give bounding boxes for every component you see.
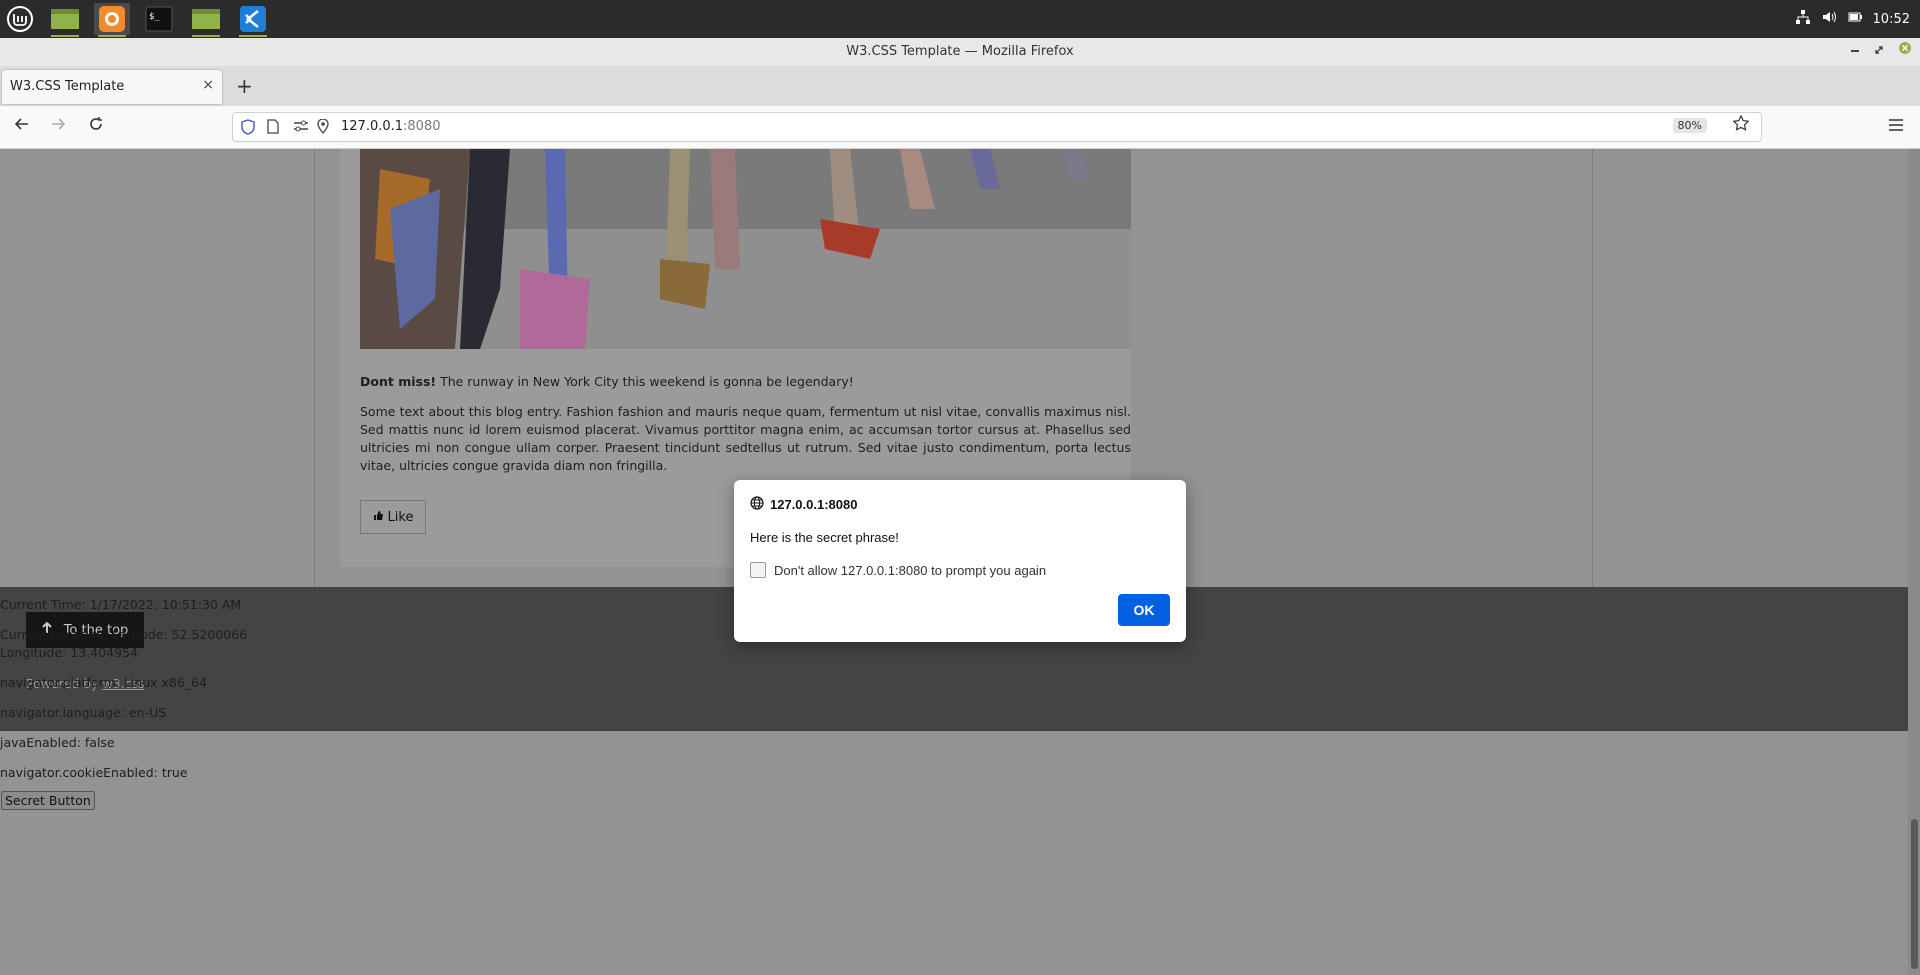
globe-icon bbox=[750, 496, 764, 513]
system-tray: 10:52 bbox=[1795, 0, 1910, 38]
ok-button[interactable]: OK bbox=[1118, 594, 1170, 626]
cookie-enabled: navigator.cookieEnabled: true bbox=[0, 765, 188, 780]
dont-allow-label[interactable]: Don't allow 127.0.0.1:8080 to prompt you… bbox=[774, 563, 1046, 578]
svg-text:$_: $_ bbox=[149, 12, 160, 22]
network-icon[interactable] bbox=[1795, 9, 1811, 29]
window-title: W3.CSS Template — Mozilla Firefox bbox=[846, 44, 1074, 59]
current-time: Current Time: 1/17/2022, 10:51:30 AM bbox=[0, 597, 242, 612]
like-label: Like bbox=[387, 509, 414, 525]
location-pin-icon[interactable] bbox=[317, 118, 329, 138]
new-tab-button[interactable]: + bbox=[236, 74, 253, 98]
navigator-language: navigator.language: en-US bbox=[0, 705, 167, 720]
taskbar: $_ 10:52 bbox=[0, 0, 1920, 38]
tab-bar: W3.CSS Template × + bbox=[0, 66, 1920, 106]
dialog-message: Here is the secret phrase! bbox=[750, 530, 899, 545]
url-text[interactable]: 127.0.0.1:8080 bbox=[341, 119, 441, 134]
like-button[interactable]: Like bbox=[360, 500, 426, 534]
page-info-icon[interactable] bbox=[267, 119, 279, 138]
shield-icon[interactable] bbox=[241, 119, 255, 139]
hamburger-menu-icon[interactable] bbox=[1888, 116, 1904, 137]
back-icon[interactable] bbox=[14, 116, 30, 137]
clock[interactable]: 10:52 bbox=[1873, 12, 1910, 27]
dont-allow-prompt-option[interactable]: Don't allow 127.0.0.1:8080 to prompt you… bbox=[750, 562, 1046, 578]
right-column-divider bbox=[1592, 149, 1593, 587]
navigation-bar: 127.0.0.1:8080 80% bbox=[0, 106, 1920, 149]
page-scrollbar[interactable] bbox=[1908, 149, 1920, 975]
desktop-folder-icon[interactable] bbox=[47, 3, 83, 37]
files-folder-icon[interactable] bbox=[188, 3, 224, 37]
secret-button[interactable]: Secret Button bbox=[1, 791, 95, 810]
longitude: Longitude: 13.404954 bbox=[0, 645, 138, 660]
minimize-icon[interactable] bbox=[1850, 38, 1860, 66]
blog-lead-bold: Dont miss! bbox=[360, 374, 437, 389]
close-window-icon[interactable] bbox=[1898, 38, 1912, 66]
java-enabled: javaEnabled: false bbox=[0, 735, 115, 750]
forward-icon bbox=[50, 116, 66, 137]
current-location: Current Location: Latitude: 52.5200066 Lo… bbox=[0, 626, 247, 662]
thumbs-up-icon bbox=[373, 510, 384, 525]
window-titlebar: W3.CSS Template — Mozilla Firefox bbox=[0, 38, 1920, 66]
volume-icon[interactable] bbox=[1821, 9, 1837, 29]
url-bar[interactable]: 127.0.0.1:8080 80% bbox=[232, 112, 1762, 142]
blog-body: Some text about this blog entry. Fashion… bbox=[360, 404, 1131, 473]
url-host: 127.0.0.1 bbox=[341, 119, 404, 134]
reload-icon[interactable] bbox=[88, 116, 104, 137]
navigator-platform: navigator.platform: Linux x86_64 bbox=[0, 675, 207, 690]
url-port: :8080 bbox=[403, 119, 441, 134]
zoom-level-badge[interactable]: 80% bbox=[1672, 118, 1707, 133]
left-column-divider bbox=[314, 149, 315, 587]
maximize-icon[interactable] bbox=[1874, 38, 1884, 66]
dialog-origin-text: 127.0.0.1:8080 bbox=[770, 497, 858, 512]
dont-allow-checkbox[interactable] bbox=[750, 562, 766, 578]
mint-menu-icon[interactable] bbox=[2, 3, 38, 35]
blog-text: Dont miss! The runway in New York City t… bbox=[360, 373, 1131, 487]
dialog-origin: 127.0.0.1:8080 bbox=[750, 496, 857, 513]
tab-close-icon[interactable]: × bbox=[202, 77, 214, 93]
latitude: Current Location: Latitude: 52.5200066 bbox=[0, 627, 248, 642]
blog-lead: Dont miss! The runway in New York City t… bbox=[360, 373, 1131, 391]
terminal-icon[interactable]: $_ bbox=[141, 3, 177, 35]
blog-lead-text: The runway in New York City this weekend… bbox=[436, 374, 854, 389]
battery-icon[interactable] bbox=[1847, 9, 1863, 29]
permissions-icon[interactable] bbox=[293, 119, 309, 137]
browser-info: Current Time: 1/17/2022, 10:51:30 AM Cur… bbox=[0, 596, 247, 794]
tab-title: W3.CSS Template bbox=[10, 79, 125, 94]
bookmark-star-icon[interactable] bbox=[1732, 114, 1750, 136]
alert-dialog: 127.0.0.1:8080 Here is the secret phrase… bbox=[734, 480, 1186, 642]
runway-image bbox=[360, 149, 1131, 349]
vscode-icon[interactable] bbox=[235, 3, 271, 37]
scrollbar-thumb[interactable] bbox=[1911, 819, 1918, 969]
firefox-icon[interactable] bbox=[94, 3, 130, 37]
tab-w3css-template[interactable]: W3.CSS Template × bbox=[2, 70, 222, 104]
